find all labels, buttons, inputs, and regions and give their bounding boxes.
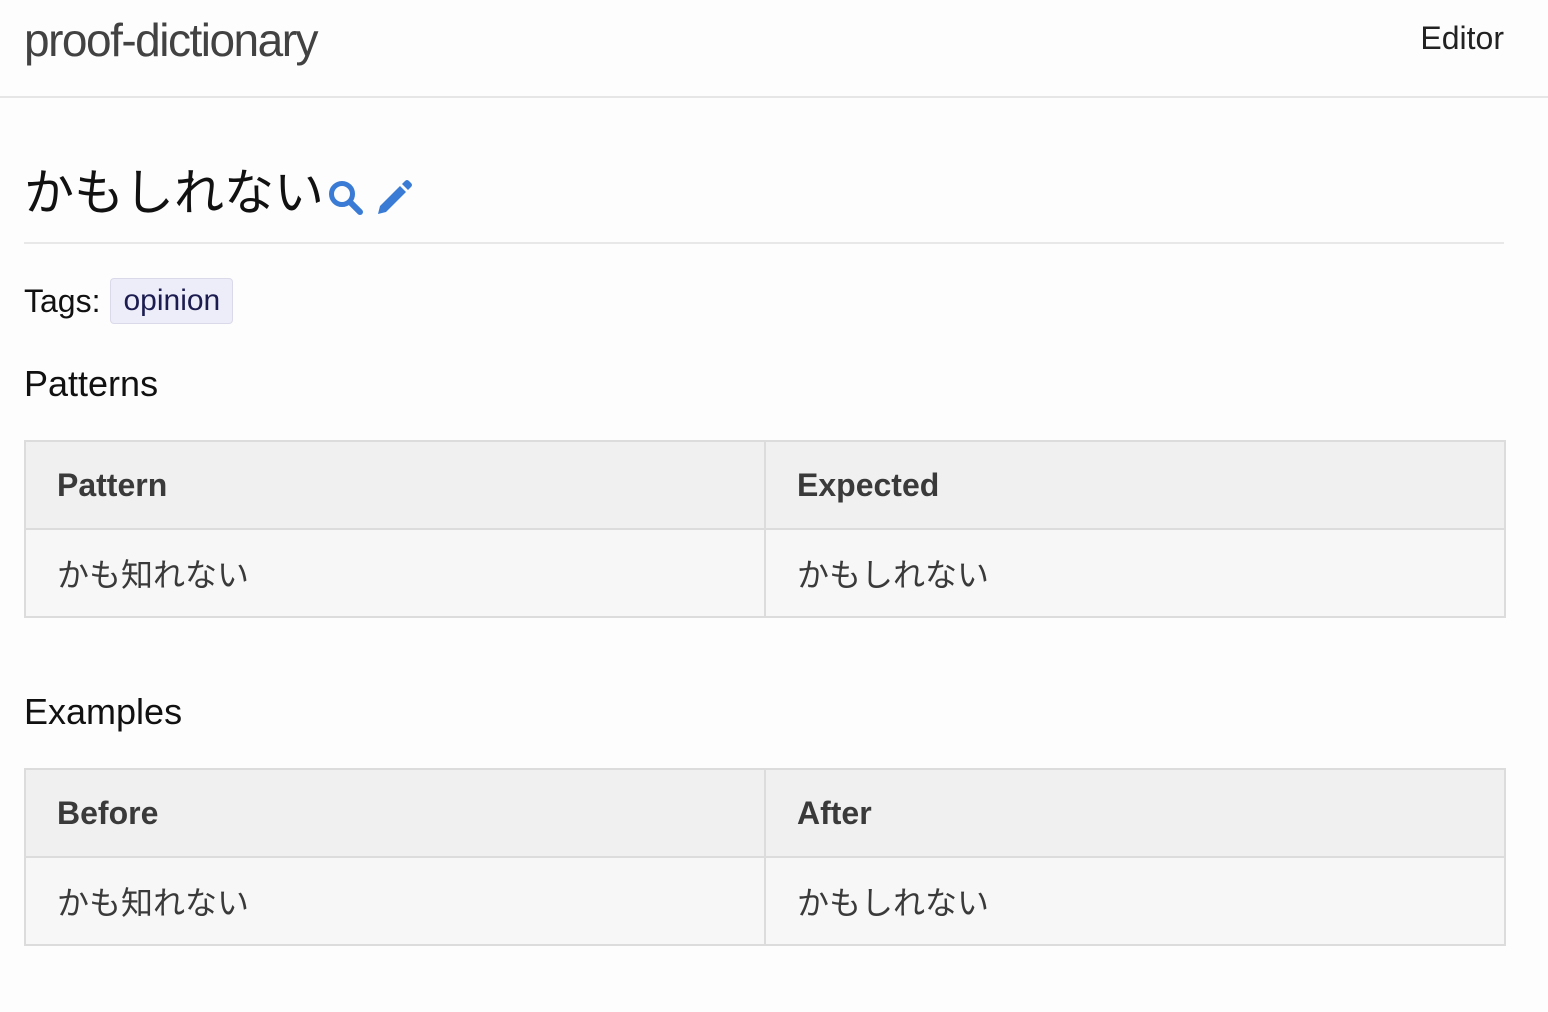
column-header-before: Before: [24, 768, 766, 858]
search-icon[interactable]: [326, 178, 366, 218]
pencil-icon[interactable]: [374, 178, 414, 218]
tag-opinion[interactable]: opinion: [110, 278, 234, 324]
top-navbar: proof-dictionary Editor: [0, 0, 1548, 98]
editor-link[interactable]: Editor: [1420, 18, 1504, 58]
patterns-heading: Patterns: [24, 363, 159, 404]
before-cell: かも知れない: [24, 856, 766, 946]
column-header-expected: Expected: [764, 440, 1506, 530]
examples-table: Before After かも知れない かもしれない: [24, 768, 1506, 946]
expected-cell: かもしれない: [764, 528, 1506, 618]
tags-row: Tags: opinion: [24, 278, 234, 324]
examples-heading: Examples: [24, 691, 183, 732]
column-header-pattern: Pattern: [24, 440, 766, 530]
table-row: かも知れない かもしれない: [24, 856, 1506, 946]
column-header-after: After: [764, 768, 1506, 858]
table-header-row: Pattern Expected: [24, 440, 1506, 530]
table-row: かも知れない かもしれない: [24, 528, 1506, 618]
patterns-table: Pattern Expected かも知れない かもしれない: [24, 440, 1506, 618]
title-divider: [24, 242, 1504, 244]
pattern-cell: かも知れない: [24, 528, 766, 618]
page-title: かもしれない: [24, 165, 324, 221]
table-header-row: Before After: [24, 768, 1506, 858]
after-cell: かもしれない: [764, 856, 1506, 946]
tags-label: Tags:: [24, 283, 101, 319]
brand-link[interactable]: proof-dictionary: [24, 10, 319, 70]
